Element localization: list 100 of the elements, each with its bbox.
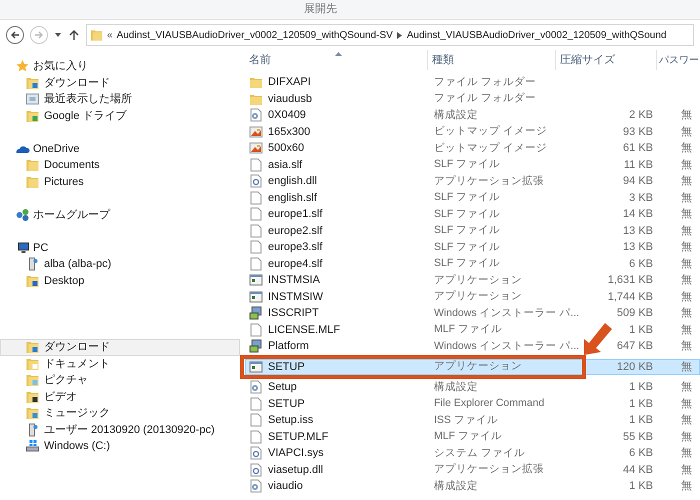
- password-label: 無: [681, 109, 692, 121]
- column-header[interactable]: パスワー: [657, 50, 700, 70]
- file-row[interactable]: INSTMSIA アプリケーション 1,631 KB 無: [245, 272, 700, 288]
- file-name: viasetup.dll: [268, 462, 324, 478]
- folder-icon: [25, 76, 40, 90]
- file-type: File Explorer Command: [434, 397, 544, 410]
- back-button[interactable]: [6, 26, 24, 44]
- sidebar-item[interactable]: ビデオ: [0, 388, 240, 405]
- sidebar-item[interactable]: Documents: [0, 157, 240, 174]
- sidebar-item[interactable]: ピクチャ: [0, 372, 240, 388]
- file-row[interactable]: asia.slf SLF ファイル 11 KB 無: [245, 156, 700, 173]
- breadcrumb-overflow[interactable]: «: [107, 28, 113, 42]
- sidebar-item[interactable]: Google ドライブ: [0, 108, 240, 124]
- file-size: 120 KB: [616, 360, 653, 374]
- sidebar-item[interactable]: Pictures: [0, 174, 240, 190]
- document-icon: [249, 224, 263, 238]
- sidebar-item[interactable]: ドキュメント: [0, 356, 240, 372]
- installer-icon: [249, 339, 263, 354]
- address-bar[interactable]: « Audinst_VIAUSBAudioDriver_v0002_120509_withQSound-SV Audinst_VIAUSBAudioDriver_v0002_120509_withQSound: [86, 24, 694, 46]
- file-row[interactable]: INSTMSIW アプリケーション 1,744 KB 無: [245, 288, 700, 305]
- file-row[interactable]: VIAPCI.sys システム ファイル 6 KB 無: [245, 445, 700, 462]
- ribbon-tab-label[interactable]: 展開先: [304, 1, 337, 18]
- image-file-icon: [249, 124, 263, 139]
- file-row[interactable]: SETUP File Explorer Command 1 KB 無: [245, 396, 700, 412]
- file-row[interactable]: ISSCRIPT Windows インストーラー パ... 509 KB 無: [245, 305, 700, 322]
- file-size: 11 KB: [624, 158, 653, 172]
- sidebar-section-label[interactable]: PC: [33, 240, 48, 256]
- file-type: 構成設定: [434, 108, 478, 121]
- password-label: 無: [681, 208, 692, 220]
- folder-icon: [25, 373, 40, 388]
- file-name: europe3.slf: [268, 240, 322, 255]
- file-name: 165x300: [268, 124, 310, 140]
- password-label: 無: [681, 126, 692, 138]
- file-name: ISSCRIPT: [268, 306, 319, 321]
- file-size: 14 KB: [623, 207, 653, 222]
- sidebar-item[interactable]: ダウンロード: [0, 74, 240, 91]
- file-name: DIFXAPI: [268, 75, 311, 90]
- file-row[interactable]: 500x60 ビットマップ イメージ 61 KB 無: [245, 140, 700, 156]
- file-row[interactable]: LICENSE.MLF MLF ファイル 1 KB 無: [245, 322, 700, 338]
- file-row[interactable]: europe4.slf SLF ファイル 6 KB 無: [245, 256, 700, 272]
- file-type: MLF ファイル: [434, 323, 502, 336]
- file-name: 500x60: [268, 141, 304, 156]
- sidebar-item[interactable]: ミュージック: [0, 405, 240, 422]
- sidebar-item[interactable]: ユーザー 20130920 (20130920-pc): [0, 422, 240, 438]
- file-row[interactable]: english.dll アプリケーション拡張 94 KB 無: [245, 173, 700, 190]
- password-label: 無: [681, 258, 692, 270]
- file-row[interactable]: SETUP アプリケーション 120 KB 無: [245, 358, 700, 375]
- file-name: Platform: [268, 339, 309, 354]
- file-name: INSTMSIW: [268, 290, 323, 304]
- file-size: 93 KB: [623, 124, 653, 140]
- dll-file-icon: [249, 446, 263, 460]
- document-icon: [249, 158, 263, 172]
- file-row[interactable]: 0X0409 構成設定 2 KB 無: [245, 107, 700, 124]
- folder-icon: [25, 340, 40, 354]
- breadcrumb-chevron-icon[interactable]: [396, 32, 402, 38]
- file-row[interactable]: english.slf SLF ファイル 3 KB 無: [245, 190, 700, 206]
- file-row[interactable]: europe1.slf SLF ファイル 14 KB 無: [245, 206, 700, 222]
- file-size: 647 KB: [616, 339, 653, 354]
- file-size: 94 KB: [623, 174, 653, 189]
- column-header[interactable]: 種類: [428, 50, 556, 70]
- sidebar-section-label[interactable]: お気に入り: [33, 58, 88, 74]
- sidebar-item[interactable]: Windows (C:): [0, 438, 240, 454]
- folder-icon: [25, 406, 40, 420]
- file-type: Windows インストーラー パ...: [434, 340, 580, 352]
- file-row[interactable]: Setup 構成設定 1 KB 無: [245, 379, 700, 396]
- document-icon: [249, 207, 263, 222]
- password-label: 無: [681, 447, 692, 459]
- file-row[interactable]: viaudusb ファイル フォルダー: [245, 90, 700, 107]
- up-arrow-icon[interactable]: [68, 29, 80, 41]
- column-header[interactable]: 圧縮サイズ: [556, 50, 657, 70]
- file-type: Windows インストーラー パ...: [434, 306, 580, 319]
- file-type: ファイル フォルダー: [434, 76, 536, 88]
- file-size: 6 KB: [629, 256, 653, 272]
- file-row[interactable]: DIFXAPI ファイル フォルダー: [245, 74, 700, 90]
- sidebar-section-label[interactable]: ホームグループ: [33, 206, 110, 223]
- file-type: SLF ファイル: [434, 191, 500, 204]
- dropdown-caret-icon[interactable]: [54, 32, 62, 38]
- password-label: 無: [681, 398, 692, 410]
- breadcrumb-segment[interactable]: Audinst_VIAUSBAudioDriver_v0002_120509_withQSound: [406, 28, 666, 42]
- file-row[interactable]: viasetup.dll アプリケーション拡張 44 KB 無: [245, 462, 700, 478]
- file-row[interactable]: Platform Windows インストーラー パ... 647 KB 無: [245, 338, 700, 354]
- dll-file-icon: [249, 462, 263, 477]
- pointer-arrow-icon: [583, 322, 613, 356]
- document-icon: [249, 190, 263, 205]
- breadcrumb-segment[interactable]: Audinst_VIAUSBAudioDriver_v0002_120509_withQSound-SV: [116, 28, 393, 42]
- file-row[interactable]: viaudio 構成設定 1 KB 無: [245, 478, 700, 494]
- file-name: SETUP.MLF: [268, 430, 328, 444]
- file-type: SLF ファイル: [434, 208, 500, 220]
- sidebar-item[interactable]: Desktop: [0, 272, 240, 289]
- file-row[interactable]: Setup.iss ISS ファイル 1 KB 無: [245, 412, 700, 428]
- application-icon: [249, 290, 263, 304]
- file-row[interactable]: europe3.slf SLF ファイル 13 KB 無: [245, 239, 700, 256]
- file-row[interactable]: europe2.slf SLF ファイル 13 KB 無: [245, 222, 700, 239]
- sidebar-item[interactable]: alba (alba-pc): [0, 256, 240, 272]
- sidebar-item[interactable]: ダウンロード: [0, 339, 240, 356]
- file-type: システム ファイル: [434, 446, 525, 459]
- file-row[interactable]: SETUP.MLF MLF ファイル 55 KB 無: [245, 428, 700, 445]
- sidebar-item[interactable]: 最近表示した場所: [0, 91, 240, 108]
- file-row[interactable]: 165x300 ビットマップ イメージ 93 KB 無: [245, 124, 700, 140]
- sidebar-section-label[interactable]: OneDrive: [33, 140, 80, 157]
